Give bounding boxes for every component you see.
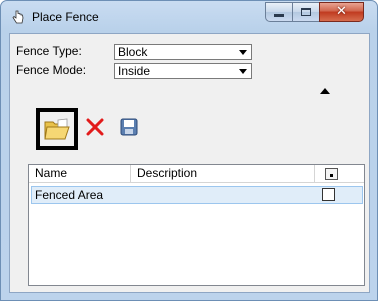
- display-column-icon: [325, 168, 338, 180]
- dialog-body: Fence Type: Block Fence Mode: Inside Nam…: [9, 33, 370, 293]
- list-row[interactable]: Fenced Area: [31, 186, 363, 204]
- fence-type-label-text: Fence Type:: [16, 44, 82, 58]
- fence-mode-label-text: Fence Mode:: [16, 63, 87, 77]
- maximize-button[interactable]: [292, 2, 319, 22]
- fence-type-value: Block: [118, 45, 148, 59]
- column-header-name[interactable]: Name: [29, 165, 131, 183]
- dropdown-arrow-icon: [239, 69, 247, 74]
- open-folder-icon: [44, 118, 70, 140]
- maximize-icon: [301, 8, 311, 16]
- column-name-label: Name: [35, 166, 68, 180]
- close-icon: ✕: [336, 4, 347, 19]
- fence-mode-value: Inside: [118, 64, 151, 78]
- minimize-icon: [274, 14, 284, 17]
- minimize-button[interactable]: [265, 2, 292, 22]
- fence-type-select[interactable]: Block: [114, 44, 252, 60]
- column-header-description[interactable]: Description: [131, 165, 315, 183]
- fence-mode-select[interactable]: Inside: [114, 63, 252, 79]
- list-header: Name Description: [29, 165, 364, 183]
- caption-buttons: ✕: [265, 2, 364, 22]
- collapse-arrow-icon[interactable]: [320, 88, 330, 94]
- fence-list[interactable]: Name Description Fenced Area: [28, 164, 365, 286]
- title-bar[interactable]: Place Fence ✕: [1, 1, 377, 33]
- save-disk-icon[interactable]: [120, 118, 138, 136]
- row-name: Fenced Area: [35, 188, 104, 202]
- delete-x-icon[interactable]: [86, 118, 104, 136]
- open-button-highlight[interactable]: [36, 108, 78, 150]
- window-title: Place Fence: [32, 10, 99, 24]
- close-button[interactable]: ✕: [319, 2, 364, 22]
- place-fence-window: Place Fence ✕ Fence Type: Block Fence Mo…: [0, 0, 378, 301]
- fence-mode-label: Fence Mode:: [16, 63, 86, 77]
- hand-pointer-icon: [12, 10, 24, 24]
- column-description-label: Description: [137, 166, 198, 180]
- fence-type-label: Fence Type:: [16, 44, 82, 58]
- column-header-display[interactable]: [315, 165, 364, 183]
- dropdown-arrow-icon: [239, 50, 247, 55]
- row-display-checkbox[interactable]: [322, 188, 335, 201]
